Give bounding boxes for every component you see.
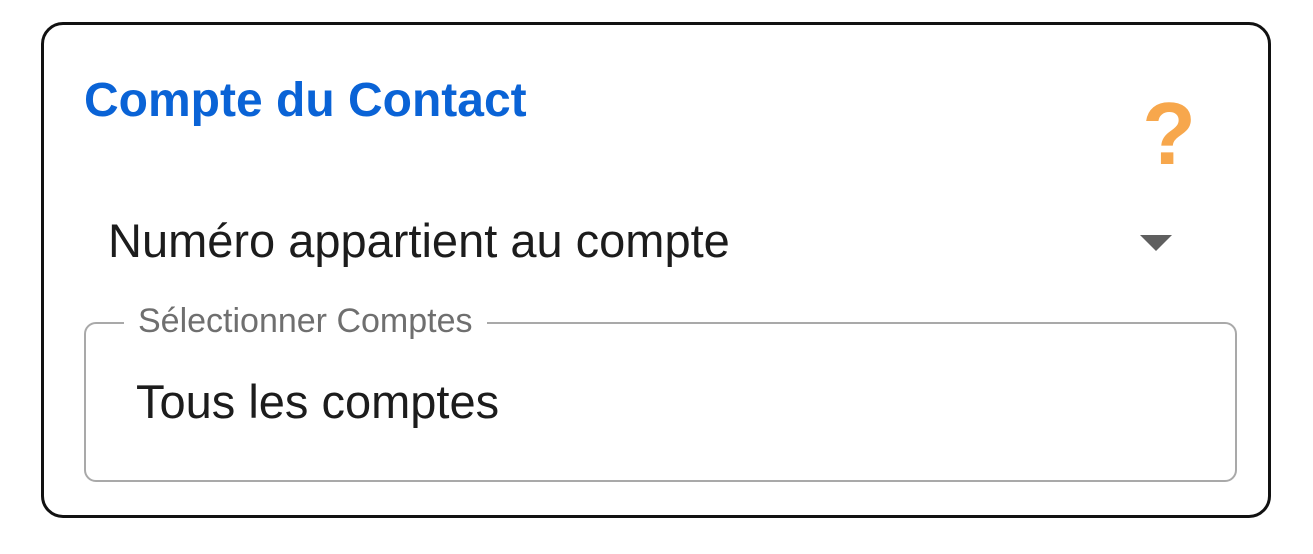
contact-account-card: Compte du Contact ? Numéro appartient au… [41,22,1271,518]
card-title: Compte du Contact [84,74,527,127]
accounts-field[interactable]: Sélectionner Comptes Tous les comptes [84,301,1237,482]
accounts-field-value: Tous les comptes [136,375,500,428]
accounts-field-label: Sélectionner Comptes [124,301,487,342]
help-icon[interactable]: ? [1139,89,1199,179]
filter-select-value: Numéro appartient au compte [108,214,730,267]
caret-down-icon [1140,235,1172,251]
filter-select[interactable]: Numéro appartient au compte [108,205,1188,275]
